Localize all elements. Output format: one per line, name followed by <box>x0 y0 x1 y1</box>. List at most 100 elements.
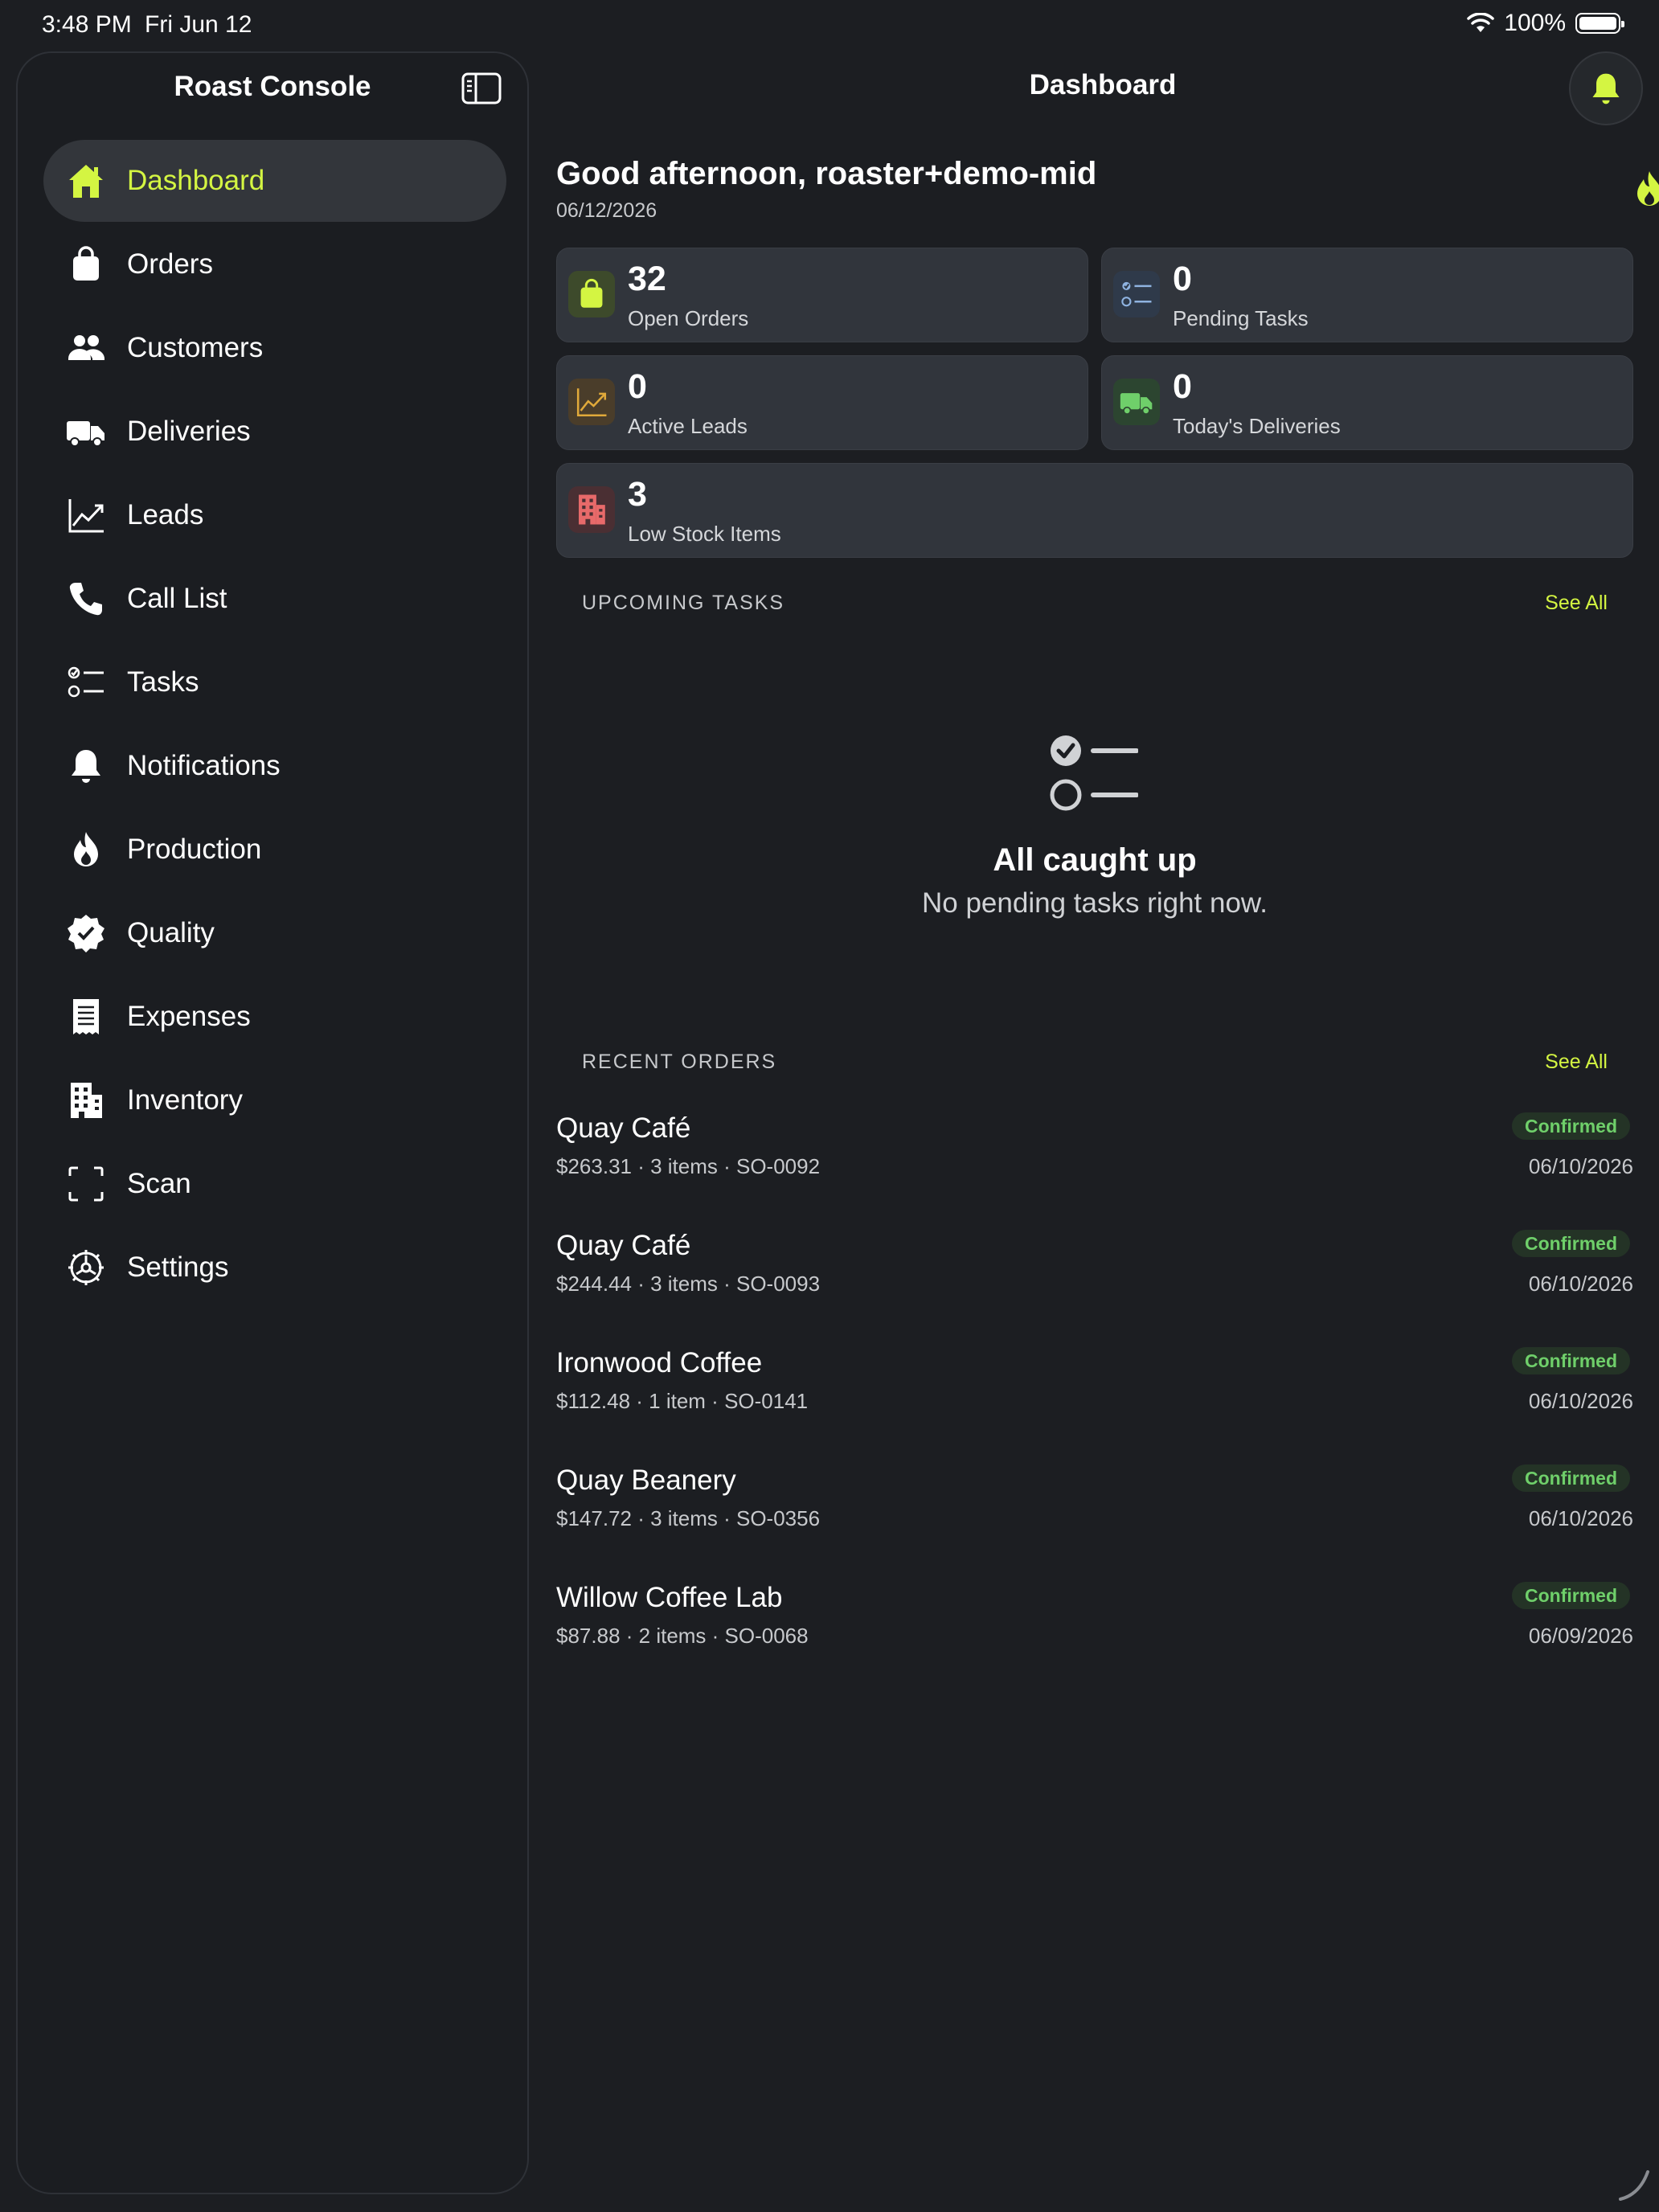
scan-icon <box>64 1162 108 1206</box>
people-icon <box>64 326 108 370</box>
orders-see-all-link[interactable]: See All <box>1545 1051 1608 1074</box>
sidebar-item-label: Inventory <box>127 1084 243 1116</box>
sidebar-item-scan[interactable]: Scan <box>43 1143 506 1225</box>
sidebar-item-label: Customers <box>127 332 264 363</box>
resize-handle-icon[interactable] <box>1616 2167 1653 2204</box>
sidebar-item-tasks[interactable]: Tasks <box>43 641 506 723</box>
tasks-see-all-link[interactable]: See All <box>1545 592 1608 615</box>
receipt-icon <box>64 995 108 1038</box>
bag-icon <box>568 271 615 317</box>
sidebar-item-production[interactable]: Production <box>43 809 506 891</box>
sidebar-item-label: Deliveries <box>127 416 251 447</box>
stat-card-todays-deliveries[interactable]: 0 Today's Deliveries <box>1101 355 1633 450</box>
gear-icon <box>64 1246 108 1289</box>
order-date: 06/10/2026 <box>1528 1154 1633 1178</box>
sidebar-item-label: Notifications <box>127 750 281 781</box>
order-row[interactable]: Quay Café $244.44 · 3 items · SO-0093 Co… <box>556 1230 1633 1347</box>
truck-icon <box>64 410 108 453</box>
stat-value: 0 <box>628 367 647 406</box>
stat-label: Pending Tasks <box>1173 306 1309 330</box>
order-row[interactable]: Willow Coffee Lab $87.88 · 2 items · SO-… <box>556 1582 1633 1699</box>
order-customer-name: Willow Coffee Lab <box>556 1582 783 1613</box>
sidebar-item-orders[interactable]: Orders <box>43 223 506 305</box>
page-title: Dashboard <box>1029 69 1177 100</box>
sidebar-item-deliveries[interactable]: Deliveries <box>43 391 506 473</box>
sidebar-item-label: Orders <box>127 248 213 280</box>
stat-card-pending-tasks[interactable]: 0 Pending Tasks <box>1101 248 1633 342</box>
flame-icon <box>64 828 108 871</box>
order-row[interactable]: Quay Café $263.31 · 3 items · SO-0092 Co… <box>556 1112 1633 1230</box>
chart-line-icon <box>568 379 615 425</box>
chart-line-icon <box>64 494 108 537</box>
status-badge: Confirmed <box>1512 1582 1630 1609</box>
truck-icon <box>1113 379 1160 425</box>
stat-value: 32 <box>628 260 666 298</box>
sidebar-item-customers[interactable]: Customers <box>43 307 506 389</box>
stat-value: 0 <box>1173 367 1192 406</box>
checklist-icon <box>1050 735 1138 811</box>
sidebar-item-leads[interactable]: Leads <box>43 474 506 556</box>
flame-icon <box>1637 171 1659 206</box>
sidebar-item-call-list[interactable]: Call List <box>43 558 506 640</box>
sidebar-item-label: Scan <box>127 1168 191 1199</box>
order-customer-name: Quay Beanery <box>556 1464 736 1496</box>
sidebar-item-label: Call List <box>127 583 227 614</box>
stat-card-open-orders[interactable]: 32 Open Orders <box>556 248 1088 342</box>
checkmark-seal-icon <box>64 911 108 955</box>
battery-percent: 100% <box>1504 10 1566 36</box>
empty-state-subtitle: No pending tasks right now. <box>922 887 1268 919</box>
stat-label: Low Stock Items <box>628 522 781 546</box>
order-date: 06/10/2026 <box>1528 1506 1633 1530</box>
upcoming-tasks-header: UPCOMING TASKS <box>582 592 785 614</box>
recent-orders-header: RECENT ORDERS <box>582 1051 777 1073</box>
order-customer-name: Quay Café <box>556 1230 691 1261</box>
sidebar-item-notifications[interactable]: Notifications <box>43 725 506 807</box>
sidebar-item-label: Production <box>127 834 262 865</box>
building-icon <box>64 1079 108 1122</box>
stat-label: Active Leads <box>628 414 748 438</box>
sidebar-item-settings[interactable]: Settings <box>43 1227 506 1309</box>
sidebar-item-expenses[interactable]: Expenses <box>43 976 506 1058</box>
wifi-icon <box>1467 13 1495 32</box>
notifications-button[interactable] <box>1569 51 1643 125</box>
stat-card-low-stock[interactable]: 3 Low Stock Items <box>556 463 1633 558</box>
order-row[interactable]: Quay Beanery $147.72 · 3 items · SO-0356… <box>556 1464 1633 1582</box>
sidebar-item-label: Quality <box>127 917 215 948</box>
sidebar-item-quality[interactable]: Quality <box>43 892 506 974</box>
order-date: 06/09/2026 <box>1528 1624 1633 1648</box>
stat-label: Open Orders <box>628 306 749 330</box>
status-bar: 3:48 PM Fri Jun 12 100% <box>0 0 1659 51</box>
sidebar-nav: Dashboard Orders Customers Deliveries Le… <box>43 140 506 1310</box>
status-badge: Confirmed <box>1512 1347 1630 1374</box>
sidebar-toggle-icon[interactable] <box>461 72 502 104</box>
order-meta: $147.72 · 3 items · SO-0356 <box>556 1506 821 1530</box>
order-customer-name: Quay Café <box>556 1112 691 1144</box>
sidebar: Roast Console Dashboard Orders Customers <box>16 51 529 2194</box>
sidebar-item-dashboard[interactable]: Dashboard <box>43 140 506 222</box>
status-time: 3:48 PM <box>42 11 132 38</box>
stat-value: 0 <box>1173 260 1192 298</box>
order-customer-name: Ironwood Coffee <box>556 1347 763 1378</box>
bell-icon <box>1592 73 1620 104</box>
greeting-date: 06/12/2026 <box>556 199 657 222</box>
sidebar-item-label: Dashboard <box>127 165 265 196</box>
empty-state-title: All caught up <box>993 842 1197 878</box>
order-date: 06/10/2026 <box>1528 1389 1633 1413</box>
sidebar-item-label: Settings <box>127 1251 229 1283</box>
status-badge: Confirmed <box>1512 1112 1630 1140</box>
home-icon <box>64 159 108 203</box>
status-badge: Confirmed <box>1512 1230 1630 1257</box>
order-meta: $263.31 · 3 items · SO-0092 <box>556 1154 821 1178</box>
stat-card-active-leads[interactable]: 0 Active Leads <box>556 355 1088 450</box>
bell-icon <box>64 744 108 788</box>
battery-icon <box>1575 13 1624 34</box>
phone-icon <box>64 577 108 621</box>
stat-value: 3 <box>628 475 647 514</box>
checklist-icon <box>64 661 108 704</box>
sidebar-item-label: Expenses <box>127 1001 251 1032</box>
status-badge: Confirmed <box>1512 1464 1630 1492</box>
order-row[interactable]: Ironwood Coffee $112.48 · 1 item · SO-01… <box>556 1347 1633 1464</box>
order-meta: $244.44 · 3 items · SO-0093 <box>556 1272 821 1296</box>
sidebar-item-inventory[interactable]: Inventory <box>43 1059 506 1141</box>
status-indicators: 100% <box>1467 10 1624 37</box>
